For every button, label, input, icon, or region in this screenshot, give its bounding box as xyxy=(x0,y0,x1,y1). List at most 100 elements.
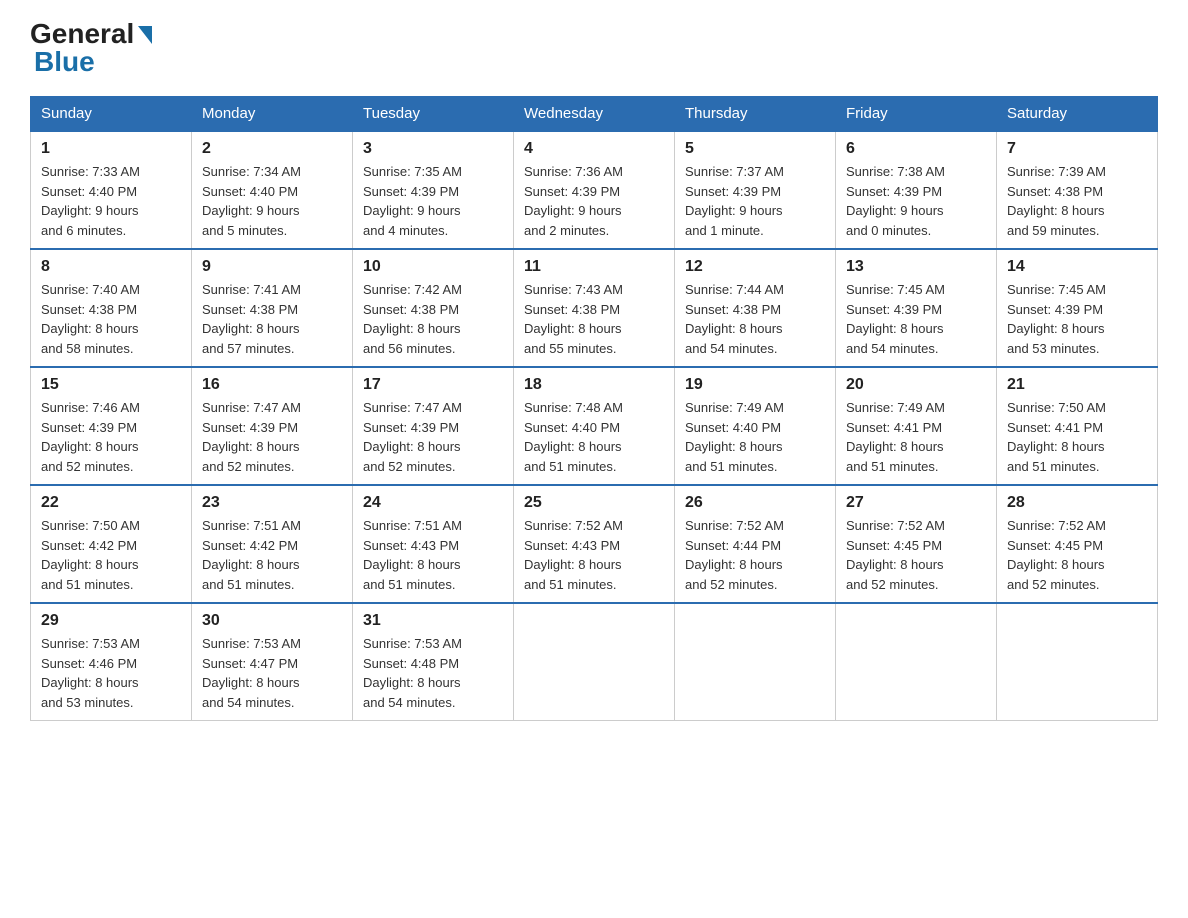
day-number: 20 xyxy=(846,376,986,394)
day-info: Sunrise: 7:53 AM Sunset: 4:48 PM Dayligh… xyxy=(363,636,462,710)
calendar-table: SundayMondayTuesdayWednesdayThursdayFrid… xyxy=(30,96,1158,721)
day-cell: 9 Sunrise: 7:41 AM Sunset: 4:38 PM Dayli… xyxy=(192,249,353,367)
day-cell: 28 Sunrise: 7:52 AM Sunset: 4:45 PM Dayl… xyxy=(997,485,1158,603)
day-cell: 24 Sunrise: 7:51 AM Sunset: 4:43 PM Dayl… xyxy=(353,485,514,603)
day-cell: 16 Sunrise: 7:47 AM Sunset: 4:39 PM Dayl… xyxy=(192,367,353,485)
day-number: 21 xyxy=(1007,376,1147,394)
day-cell: 27 Sunrise: 7:52 AM Sunset: 4:45 PM Dayl… xyxy=(836,485,997,603)
day-info: Sunrise: 7:49 AM Sunset: 4:40 PM Dayligh… xyxy=(685,400,784,474)
day-cell xyxy=(997,603,1158,721)
day-info: Sunrise: 7:39 AM Sunset: 4:38 PM Dayligh… xyxy=(1007,164,1106,238)
day-number: 30 xyxy=(202,612,342,630)
day-number: 16 xyxy=(202,376,342,394)
header-cell-thursday: Thursday xyxy=(675,97,836,132)
day-cell: 21 Sunrise: 7:50 AM Sunset: 4:41 PM Dayl… xyxy=(997,367,1158,485)
day-info: Sunrise: 7:53 AM Sunset: 4:47 PM Dayligh… xyxy=(202,636,301,710)
logo-arrow-icon xyxy=(138,26,152,44)
day-number: 23 xyxy=(202,494,342,512)
day-cell: 23 Sunrise: 7:51 AM Sunset: 4:42 PM Dayl… xyxy=(192,485,353,603)
day-info: Sunrise: 7:41 AM Sunset: 4:38 PM Dayligh… xyxy=(202,282,301,356)
day-info: Sunrise: 7:53 AM Sunset: 4:46 PM Dayligh… xyxy=(41,636,140,710)
header-row: SundayMondayTuesdayWednesdayThursdayFrid… xyxy=(31,97,1158,132)
day-cell: 12 Sunrise: 7:44 AM Sunset: 4:38 PM Dayl… xyxy=(675,249,836,367)
day-cell: 26 Sunrise: 7:52 AM Sunset: 4:44 PM Dayl… xyxy=(675,485,836,603)
day-cell: 20 Sunrise: 7:49 AM Sunset: 4:41 PM Dayl… xyxy=(836,367,997,485)
day-number: 9 xyxy=(202,258,342,276)
header-cell-wednesday: Wednesday xyxy=(514,97,675,132)
day-cell: 29 Sunrise: 7:53 AM Sunset: 4:46 PM Dayl… xyxy=(31,603,192,721)
header-cell-tuesday: Tuesday xyxy=(353,97,514,132)
week-row-4: 22 Sunrise: 7:50 AM Sunset: 4:42 PM Dayl… xyxy=(31,485,1158,603)
day-number: 14 xyxy=(1007,258,1147,276)
week-row-5: 29 Sunrise: 7:53 AM Sunset: 4:46 PM Dayl… xyxy=(31,603,1158,721)
day-info: Sunrise: 7:50 AM Sunset: 4:42 PM Dayligh… xyxy=(41,518,140,592)
logo: General Blue xyxy=(30,20,152,76)
week-row-3: 15 Sunrise: 7:46 AM Sunset: 4:39 PM Dayl… xyxy=(31,367,1158,485)
day-number: 22 xyxy=(41,494,181,512)
day-number: 27 xyxy=(846,494,986,512)
day-cell: 22 Sunrise: 7:50 AM Sunset: 4:42 PM Dayl… xyxy=(31,485,192,603)
header-cell-sunday: Sunday xyxy=(31,97,192,132)
header-cell-saturday: Saturday xyxy=(997,97,1158,132)
logo-blue: Blue xyxy=(34,46,95,77)
day-number: 24 xyxy=(363,494,503,512)
day-cell: 17 Sunrise: 7:47 AM Sunset: 4:39 PM Dayl… xyxy=(353,367,514,485)
day-number: 29 xyxy=(41,612,181,630)
day-number: 17 xyxy=(363,376,503,394)
day-info: Sunrise: 7:35 AM Sunset: 4:39 PM Dayligh… xyxy=(363,164,462,238)
day-cell: 5 Sunrise: 7:37 AM Sunset: 4:39 PM Dayli… xyxy=(675,131,836,249)
day-number: 15 xyxy=(41,376,181,394)
day-info: Sunrise: 7:40 AM Sunset: 4:38 PM Dayligh… xyxy=(41,282,140,356)
day-cell: 11 Sunrise: 7:43 AM Sunset: 4:38 PM Dayl… xyxy=(514,249,675,367)
day-cell: 31 Sunrise: 7:53 AM Sunset: 4:48 PM Dayl… xyxy=(353,603,514,721)
day-cell xyxy=(836,603,997,721)
day-info: Sunrise: 7:52 AM Sunset: 4:44 PM Dayligh… xyxy=(685,518,784,592)
day-cell: 18 Sunrise: 7:48 AM Sunset: 4:40 PM Dayl… xyxy=(514,367,675,485)
day-number: 25 xyxy=(524,494,664,512)
day-number: 31 xyxy=(363,612,503,630)
day-info: Sunrise: 7:33 AM Sunset: 4:40 PM Dayligh… xyxy=(41,164,140,238)
day-number: 13 xyxy=(846,258,986,276)
day-info: Sunrise: 7:43 AM Sunset: 4:38 PM Dayligh… xyxy=(524,282,623,356)
day-info: Sunrise: 7:45 AM Sunset: 4:39 PM Dayligh… xyxy=(846,282,945,356)
day-number: 6 xyxy=(846,140,986,158)
day-info: Sunrise: 7:44 AM Sunset: 4:38 PM Dayligh… xyxy=(685,282,784,356)
logo-general: General xyxy=(30,20,134,48)
day-number: 5 xyxy=(685,140,825,158)
week-row-1: 1 Sunrise: 7:33 AM Sunset: 4:40 PM Dayli… xyxy=(31,131,1158,249)
day-cell: 14 Sunrise: 7:45 AM Sunset: 4:39 PM Dayl… xyxy=(997,249,1158,367)
day-number: 8 xyxy=(41,258,181,276)
day-info: Sunrise: 7:50 AM Sunset: 4:41 PM Dayligh… xyxy=(1007,400,1106,474)
day-cell: 8 Sunrise: 7:40 AM Sunset: 4:38 PM Dayli… xyxy=(31,249,192,367)
day-info: Sunrise: 7:38 AM Sunset: 4:39 PM Dayligh… xyxy=(846,164,945,238)
day-info: Sunrise: 7:51 AM Sunset: 4:42 PM Dayligh… xyxy=(202,518,301,592)
day-number: 26 xyxy=(685,494,825,512)
header-cell-friday: Friday xyxy=(836,97,997,132)
day-cell: 1 Sunrise: 7:33 AM Sunset: 4:40 PM Dayli… xyxy=(31,131,192,249)
day-info: Sunrise: 7:51 AM Sunset: 4:43 PM Dayligh… xyxy=(363,518,462,592)
day-number: 7 xyxy=(1007,140,1147,158)
day-number: 28 xyxy=(1007,494,1147,512)
day-number: 12 xyxy=(685,258,825,276)
day-info: Sunrise: 7:45 AM Sunset: 4:39 PM Dayligh… xyxy=(1007,282,1106,356)
day-info: Sunrise: 7:48 AM Sunset: 4:40 PM Dayligh… xyxy=(524,400,623,474)
day-cell: 10 Sunrise: 7:42 AM Sunset: 4:38 PM Dayl… xyxy=(353,249,514,367)
page-header: General Blue xyxy=(30,20,1158,76)
day-cell: 13 Sunrise: 7:45 AM Sunset: 4:39 PM Dayl… xyxy=(836,249,997,367)
day-info: Sunrise: 7:42 AM Sunset: 4:38 PM Dayligh… xyxy=(363,282,462,356)
day-cell: 15 Sunrise: 7:46 AM Sunset: 4:39 PM Dayl… xyxy=(31,367,192,485)
day-cell: 2 Sunrise: 7:34 AM Sunset: 4:40 PM Dayli… xyxy=(192,131,353,249)
logo-text: General xyxy=(30,20,152,48)
day-cell: 25 Sunrise: 7:52 AM Sunset: 4:43 PM Dayl… xyxy=(514,485,675,603)
day-cell: 30 Sunrise: 7:53 AM Sunset: 4:47 PM Dayl… xyxy=(192,603,353,721)
day-info: Sunrise: 7:37 AM Sunset: 4:39 PM Dayligh… xyxy=(685,164,784,238)
day-cell: 19 Sunrise: 7:49 AM Sunset: 4:40 PM Dayl… xyxy=(675,367,836,485)
day-info: Sunrise: 7:52 AM Sunset: 4:45 PM Dayligh… xyxy=(846,518,945,592)
day-number: 10 xyxy=(363,258,503,276)
day-info: Sunrise: 7:49 AM Sunset: 4:41 PM Dayligh… xyxy=(846,400,945,474)
day-number: 1 xyxy=(41,140,181,158)
day-cell xyxy=(514,603,675,721)
day-number: 19 xyxy=(685,376,825,394)
day-cell: 4 Sunrise: 7:36 AM Sunset: 4:39 PM Dayli… xyxy=(514,131,675,249)
day-info: Sunrise: 7:36 AM Sunset: 4:39 PM Dayligh… xyxy=(524,164,623,238)
